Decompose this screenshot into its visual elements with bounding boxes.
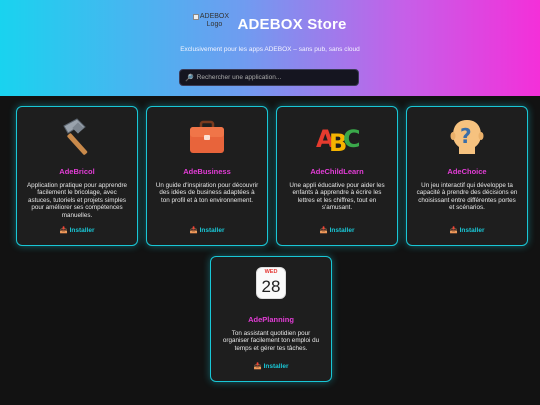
install-button[interactable]: 📥 Installer (211, 362, 331, 370)
app-description: Un jeu interactif qui développe ta capac… (416, 182, 518, 212)
store-tagline: Exclusivement pour les apps ADEBOX – san… (180, 46, 360, 53)
install-label: Installer (263, 363, 289, 370)
briefcase-icon (147, 117, 267, 157)
broken-image-icon (193, 14, 200, 20)
app-description: Un guide d'inspiration pour découvrir de… (155, 182, 259, 204)
logo-image: ADEBOX Logo (193, 13, 229, 35)
install-button[interactable]: 📥 Installer (277, 226, 397, 234)
search-input[interactable] (196, 74, 357, 81)
app-name: AdeBricol (59, 167, 95, 176)
abc-icon: A B C (277, 117, 397, 157)
app-name: AdeChoice (447, 167, 487, 176)
app-card-adechoice[interactable]: ? AdeChoice Un jeu interactif qui dévelo… (406, 106, 528, 246)
calendar-weekday: WED (264, 269, 278, 275)
app-name: AdePlanning (248, 315, 294, 324)
calendar-tile: WED 28 (256, 267, 286, 299)
inbox-tray-icon: 📥 (253, 363, 262, 370)
brand: ADEBOX Logo ADEBOX Store (0, 13, 540, 35)
question-head-icon: ? (407, 117, 527, 157)
app-name: AdeChildLearn (310, 167, 364, 176)
hammer-icon (17, 117, 137, 157)
svg-text:C: C (343, 125, 359, 153)
svg-text:?: ? (460, 124, 472, 148)
install-label: Installer (69, 227, 95, 234)
install-button[interactable]: 📥 Installer (407, 226, 527, 234)
store-header: ADEBOX Logo ADEBOX Store Exclusivement p… (0, 0, 540, 96)
install-button[interactable]: 📥 Installer (147, 226, 267, 234)
app-name: AdeBusiness (183, 167, 231, 176)
inbox-tray-icon: 📥 (189, 227, 198, 234)
install-label: Installer (459, 227, 485, 234)
inbox-tray-icon: 📥 (319, 227, 328, 234)
app-card-adebricol[interactable]: AdeBricol Application pratique pour appr… (16, 106, 138, 246)
install-button[interactable]: 📥 Installer (17, 226, 137, 234)
calendar-icon: WED 28 (211, 267, 331, 307)
inbox-tray-icon: 📥 (59, 227, 68, 234)
search-icon: 🔎 (185, 74, 194, 82)
install-label: Installer (199, 227, 225, 234)
store-title: ADEBOX Store (237, 15, 347, 33)
inbox-tray-icon: 📥 (449, 227, 458, 234)
app-card-adeplanning[interactable]: WED 28 AdePlanning Ton assistant quotidi… (210, 256, 332, 382)
app-description: Une appli éducative pour aider les enfan… (289, 182, 385, 212)
search-bar[interactable]: 🔎 (179, 69, 359, 86)
app-description: Ton assistant quotidien pour organiser f… (222, 330, 320, 352)
logo-alt-text: ADEBOX Logo (199, 13, 230, 28)
app-card-adebusiness[interactable]: AdeBusiness Un guide d'inspiration pour … (146, 106, 268, 246)
app-description: Application pratique pour apprendre faci… (26, 182, 128, 219)
install-label: Installer (329, 227, 355, 234)
calendar-day: 28 (261, 277, 281, 296)
app-card-adechildlearn[interactable]: A B C AdeChildLearn Une appli éducative … (276, 106, 398, 246)
